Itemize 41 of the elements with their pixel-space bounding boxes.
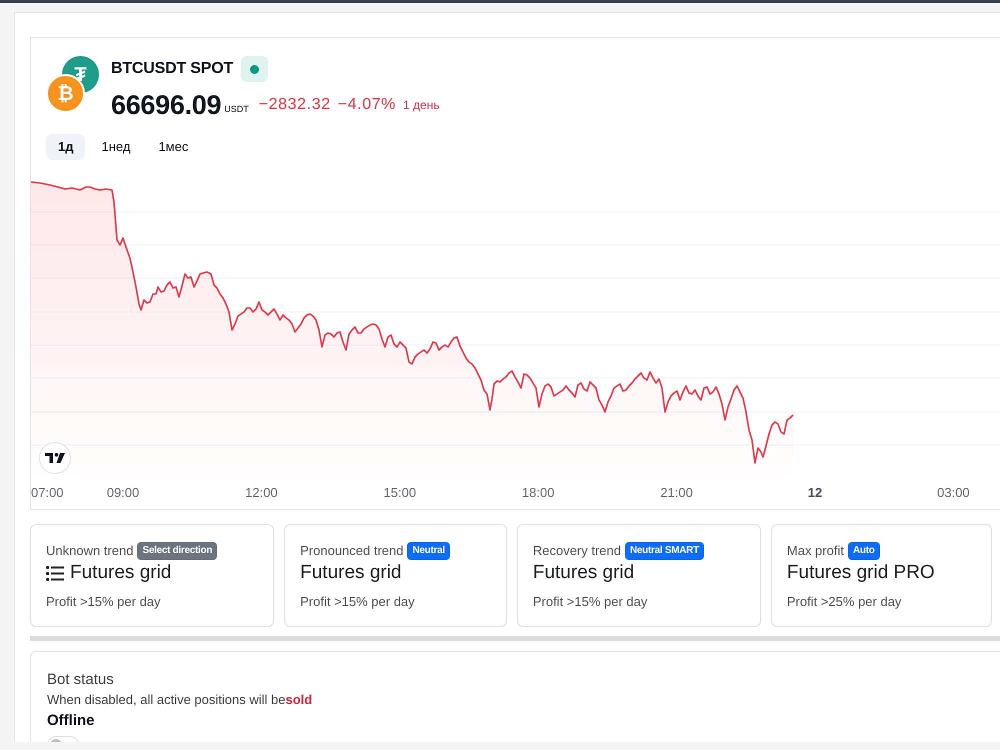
period-tab[interactable]: 1мес bbox=[146, 134, 200, 160]
strategy-profit: Profit >15% per day bbox=[46, 593, 162, 611]
period-tab[interactable]: 1д bbox=[46, 134, 86, 160]
time-axis-label: 07:00 bbox=[31, 485, 64, 501]
chart-logo-icon[interactable] bbox=[39, 442, 71, 474]
time-axis-label: 03:00 bbox=[937, 485, 970, 501]
time-axis-label: 21:00 bbox=[660, 485, 693, 501]
time-axis-label: 12 bbox=[808, 485, 822, 501]
strategy-title: Futures grid bbox=[300, 561, 402, 585]
price-value: 66696.09 bbox=[111, 89, 222, 122]
strategy-label: Recovery trend bbox=[532, 542, 621, 560]
price-change: −2832.32 bbox=[258, 95, 331, 115]
currency-unit: USDT bbox=[224, 102, 249, 116]
strategy-card[interactable]: Pronounced trend Neutral Futures grid Profit >15% per day bbox=[284, 524, 507, 627]
mode-badge: Neutral bbox=[407, 542, 450, 560]
symbol-title: BTCUSDT SPOT bbox=[111, 59, 234, 79]
bot-status-title: Bot status bbox=[47, 670, 115, 690]
strategy-profit: Profit >15% per day bbox=[300, 593, 416, 611]
strategy-label: Pronounced trend bbox=[300, 542, 404, 560]
bot-state-label: Offline bbox=[47, 711, 96, 731]
mode-badge: Neutral SMART bbox=[625, 542, 704, 560]
price-change-percent: −4.07% bbox=[338, 95, 396, 115]
mode-badge: Auto bbox=[848, 542, 880, 560]
change-period: 1 день bbox=[403, 97, 440, 114]
time-axis-label: 09:00 bbox=[106, 485, 140, 501]
strategy-profit: Profit >15% per day bbox=[532, 593, 648, 611]
strategy-title: Futures grid bbox=[70, 561, 172, 585]
time-axis-label: 18:00 bbox=[522, 485, 554, 501]
strategy-card[interactable]: Max profit Auto Futures grid PRO Profit >25% per day bbox=[770, 524, 992, 627]
strategy-label: Unknown trend bbox=[46, 542, 134, 560]
bot-status-note: When disabled, all active positions will besold bbox=[47, 691, 314, 709]
time-axis-label: 12:00 bbox=[245, 485, 278, 501]
strategy-title: Futures grid bbox=[532, 561, 634, 585]
strategy-profit: Profit >25% per day bbox=[786, 593, 902, 611]
mode-badge: Select direction bbox=[137, 542, 218, 560]
time-axis-label: 15:00 bbox=[384, 485, 416, 501]
strategy-card[interactable]: Unknown trend Select direction Futures grid Profit >15% per day bbox=[30, 524, 274, 627]
strategy-title: Futures grid PRO bbox=[786, 561, 935, 585]
strategy-label: Max profit bbox=[786, 542, 844, 560]
strategy-card[interactable]: Recovery trend Neutral SMART Futures grid Profit >15% per day bbox=[516, 524, 761, 627]
period-tab[interactable]: 1нед bbox=[89, 134, 142, 160]
